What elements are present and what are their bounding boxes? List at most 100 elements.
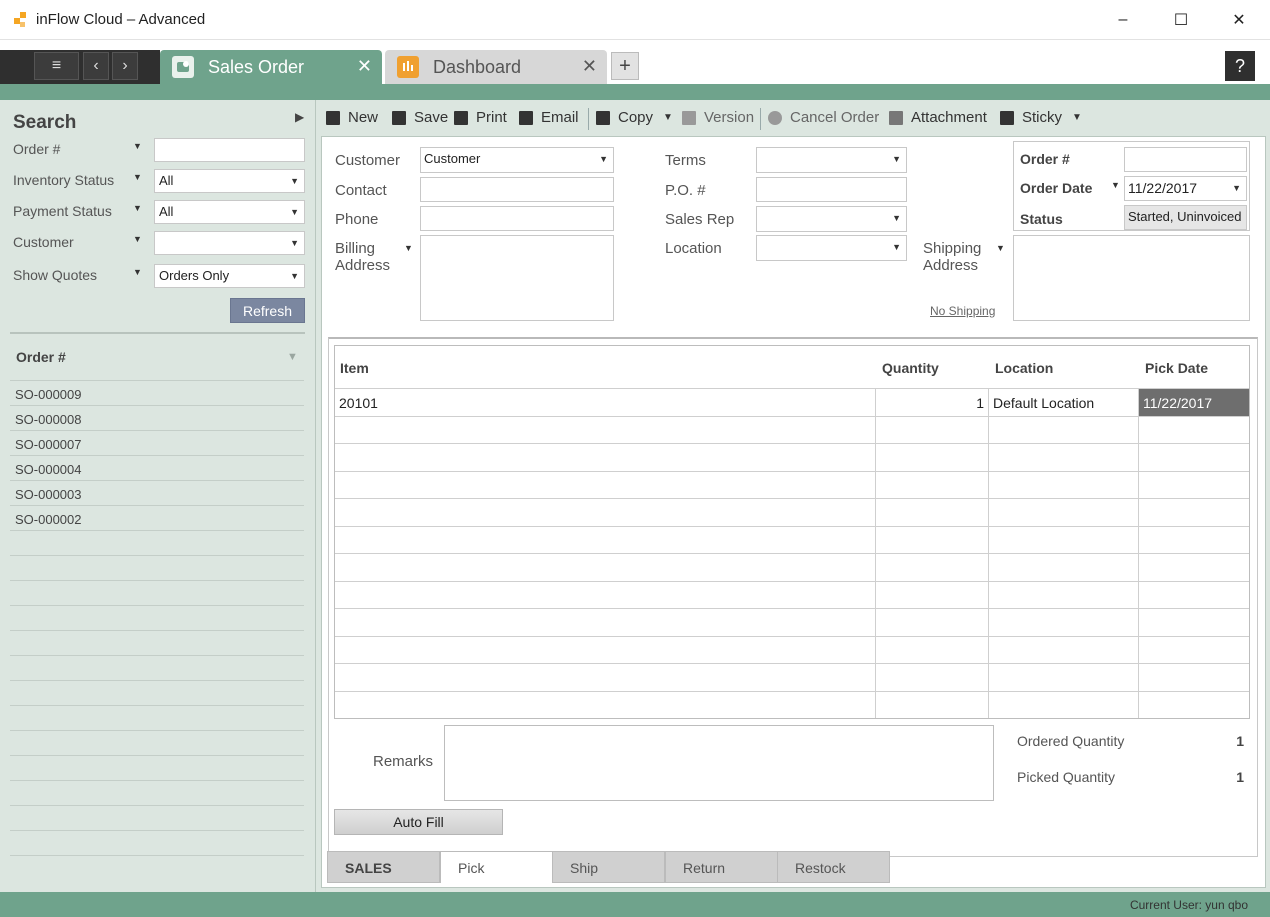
customer-select[interactable]: Customer ▼	[420, 147, 614, 173]
copy-button[interactable]: Copy ▼	[596, 109, 673, 126]
sales-rep-select[interactable]: ▼	[756, 206, 907, 232]
table-row[interactable]	[335, 471, 1249, 499]
search-order-number-input[interactable]	[154, 138, 305, 162]
table-row[interactable]	[335, 636, 1249, 664]
location-cell[interactable]: Default Location	[989, 389, 1138, 416]
dropdown-arrow-icon[interactable]: ▼	[1111, 180, 1120, 190]
tab-return[interactable]: Return	[665, 851, 778, 883]
window-title: inFlow Cloud – Advanced	[36, 11, 206, 28]
order-list-item[interactable]: SO-000007	[10, 430, 304, 455]
order-list-item[interactable]: SO-000008	[10, 405, 304, 430]
table-row[interactable]	[335, 691, 1249, 719]
version-button[interactable]: Version	[682, 109, 754, 126]
close-window-button[interactable]: ✕	[1210, 0, 1268, 40]
remarks-input[interactable]	[444, 725, 994, 801]
chevron-down-icon: ▼	[1232, 183, 1241, 193]
billing-address-label: Billing Address	[335, 240, 391, 274]
column-header-item[interactable]: Item	[335, 346, 875, 388]
close-tab-icon[interactable]: ✕	[357, 56, 372, 77]
dropdown-arrow-icon[interactable]: ▼	[133, 203, 142, 213]
order-date-picker[interactable]: 11/22/2017 ▼	[1124, 176, 1247, 201]
order-list-item[interactable]: SO-000003	[10, 480, 304, 505]
ordered-quantity-label: Ordered Quantity	[1017, 733, 1125, 749]
chevron-down-icon: ▼	[1072, 112, 1082, 123]
table-row[interactable]	[335, 498, 1249, 526]
dropdown-arrow-icon[interactable]: ▼	[404, 243, 413, 253]
sticky-button[interactable]: Sticky ▼	[1000, 109, 1082, 126]
show-quotes-select[interactable]: Orders Only ▼	[154, 264, 305, 288]
inventory-status-select[interactable]: All ▼	[154, 169, 305, 193]
dropdown-arrow-icon[interactable]: ▼	[133, 267, 142, 277]
tab-pick[interactable]: Pick	[440, 851, 553, 883]
cancel-order-button[interactable]: Cancel Order	[768, 109, 879, 126]
order-number-label: Order #	[13, 141, 61, 157]
save-button[interactable]: Save	[392, 109, 448, 126]
print-button[interactable]: Print	[454, 109, 507, 126]
new-button[interactable]: New	[326, 109, 378, 126]
list-item	[10, 680, 304, 705]
table-row[interactable]	[335, 526, 1249, 554]
billing-address-input[interactable]	[420, 235, 614, 321]
order-list-item[interactable]: SO-000002	[10, 505, 304, 530]
list-item	[10, 730, 304, 755]
tab-restock[interactable]: Restock	[777, 851, 890, 883]
customer-select[interactable]: ▼	[154, 231, 305, 255]
tab-sales[interactable]: SALES	[327, 851, 440, 883]
maximize-button[interactable]: ☐	[1152, 0, 1210, 40]
picked-quantity-label: Picked Quantity	[1017, 769, 1116, 785]
order-list-item[interactable]: SO-000004	[10, 455, 304, 480]
help-button[interactable]: ?	[1225, 51, 1255, 81]
back-button[interactable]: ‹	[83, 52, 109, 80]
add-tab-button[interactable]: +	[611, 52, 639, 80]
forward-button[interactable]: ›	[112, 52, 138, 80]
list-item	[10, 805, 304, 830]
column-header-location[interactable]: Location	[990, 346, 1138, 388]
table-row[interactable]	[335, 553, 1249, 581]
no-shipping-link[interactable]: No Shipping	[930, 304, 995, 318]
email-button[interactable]: Email	[519, 109, 579, 126]
table-row[interactable]	[335, 416, 1249, 444]
order-list-header[interactable]: Order #	[16, 349, 66, 365]
payment-status-select[interactable]: All ▼	[154, 200, 305, 224]
table-row[interactable]	[335, 443, 1249, 471]
collapse-arrow-icon[interactable]: ▶	[295, 110, 304, 124]
terms-select[interactable]: ▼	[756, 147, 907, 173]
tab-sales-order[interactable]: Sales Order ✕	[160, 50, 382, 84]
table-row[interactable]	[335, 608, 1249, 636]
po-number-input[interactable]	[756, 177, 907, 202]
column-header-pick-date[interactable]: Pick Date	[1140, 346, 1250, 388]
table-row[interactable]: 20101 1 Default Location 11/22/2017	[335, 388, 1249, 416]
main-menu-button[interactable]: ≡	[34, 52, 79, 80]
table-row[interactable]	[335, 581, 1249, 609]
order-list-item[interactable]: SO-000009	[10, 380, 304, 405]
order-number-input[interactable]	[1124, 147, 1247, 172]
tab-dashboard[interactable]: Dashboard ✕	[385, 50, 607, 84]
chevron-down-icon: ▼	[290, 176, 299, 186]
contact-input[interactable]	[420, 177, 614, 202]
dropdown-arrow-icon[interactable]: ▼	[996, 243, 1005, 253]
pick-date-cell[interactable]: 11/22/2017	[1139, 389, 1249, 416]
list-item	[10, 780, 304, 805]
quantity-cell[interactable]: 1	[876, 389, 988, 416]
sort-icon[interactable]: ▼	[287, 351, 298, 363]
dashboard-icon	[397, 56, 419, 78]
table-row[interactable]	[335, 663, 1249, 691]
location-label: Location	[665, 240, 722, 257]
phone-input[interactable]	[420, 206, 614, 231]
current-user-text: Current User: yun qbo	[1129, 898, 1248, 912]
dropdown-arrow-icon[interactable]: ▼	[133, 141, 142, 151]
customer-label: Customer	[13, 234, 74, 250]
tab-ship[interactable]: Ship	[552, 851, 665, 883]
item-cell[interactable]: 20101	[335, 389, 875, 416]
refresh-button[interactable]: Refresh	[230, 298, 305, 323]
dropdown-arrow-icon[interactable]: ▼	[133, 234, 142, 244]
close-tab-icon[interactable]: ✕	[582, 56, 597, 77]
location-select[interactable]: ▼	[756, 235, 907, 261]
attachment-button[interactable]: Attachment	[889, 109, 987, 126]
shipping-address-label: Shipping Address	[923, 240, 982, 274]
shipping-address-input[interactable]	[1013, 235, 1250, 321]
auto-fill-button[interactable]: Auto Fill	[334, 809, 503, 835]
column-header-quantity[interactable]: Quantity	[877, 346, 989, 388]
minimize-button[interactable]: –	[1094, 0, 1152, 40]
dropdown-arrow-icon[interactable]: ▼	[133, 172, 142, 182]
